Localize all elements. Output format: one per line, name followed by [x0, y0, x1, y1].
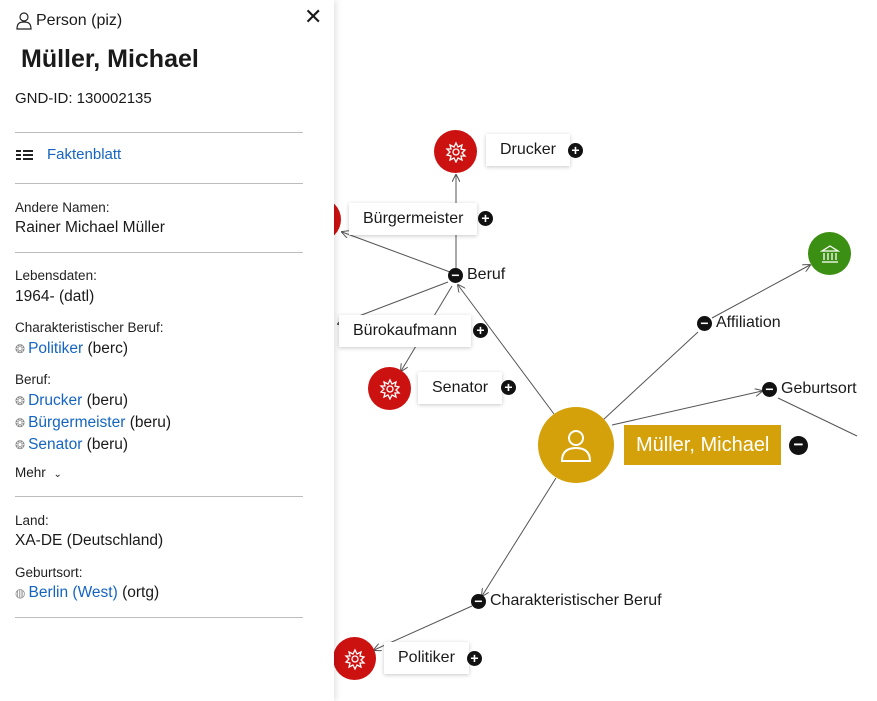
collapse-char-beruf-button[interactable]: − [471, 593, 486, 609]
chevron-down-icon: ⌄ [53, 469, 62, 480]
collapse-geburtsort-button[interactable]: − [762, 381, 777, 397]
char-beruf-code: (berc) [83, 340, 129, 357]
beruf-code: (beru) [125, 414, 172, 431]
occupation-icon [378, 378, 401, 400]
lebensdaten-label: Lebensdaten: [15, 268, 97, 283]
occupation-icon: ❂ [15, 416, 26, 430]
beruf-link-buergermeister[interactable]: Bürgermeister [28, 414, 125, 431]
expand-senator-button[interactable]: + [501, 380, 516, 395]
beruf-item: ❂ Bürgermeister (beru) [15, 414, 171, 432]
edge-label-text: Beruf [467, 266, 506, 283]
occupation-node-drucker[interactable] [434, 130, 477, 173]
node-label-buergermeister[interactable]: Bürgermeister [349, 203, 478, 235]
faktenblatt-link[interactable]: Faktenblatt [16, 146, 121, 163]
node-label-text: Politiker [398, 649, 455, 666]
andere-namen-label: Andere Namen: [15, 200, 110, 215]
page-title: Müller, Michael [21, 45, 199, 73]
geburtsort-link[interactable]: Berlin (West) [28, 584, 117, 601]
lebensdaten-value: 1964- (datl) [15, 288, 95, 305]
node-label-buerokaufmann[interactable]: Bürokaufmann [339, 315, 472, 347]
char-beruf-item: ❂ Politiker (berc) [15, 340, 128, 358]
edge-label-beruf[interactable]: − Beruf [448, 266, 505, 284]
globe-icon: ◍ [15, 586, 26, 600]
occupation-icon [444, 141, 467, 163]
building-icon [819, 244, 840, 263]
geburtsort-code: (ortg) [117, 584, 160, 601]
node-label-text: Bürgermeister [363, 210, 464, 227]
collapse-beruf-button[interactable]: − [448, 267, 463, 283]
gnd-id: GND-ID: 130002135 [15, 90, 152, 107]
mehr-label: Mehr [15, 465, 46, 480]
divider [15, 252, 303, 253]
node-label-text: Drucker [500, 141, 557, 158]
edge-label-char-beruf[interactable]: − Charakteristischer Beruf [471, 592, 662, 610]
divider [15, 183, 303, 184]
entity-type-label: Person (piz) [36, 12, 123, 29]
occupation-node-politiker[interactable] [333, 637, 376, 680]
collapse-main-node-button[interactable]: − [789, 436, 808, 455]
divider [15, 496, 303, 497]
occupation-icon: ❂ [15, 342, 26, 356]
edge-label-affiliation[interactable]: − Affiliation [697, 314, 781, 332]
beruf-link-senator[interactable]: Senator [28, 436, 82, 453]
edge-label-text: Charakteristischer Beruf [490, 592, 662, 609]
land-label: Land: [15, 513, 49, 528]
beruf-label: Beruf: [15, 372, 52, 387]
person-icon [560, 430, 592, 462]
node-label-politiker[interactable]: Politiker [384, 642, 469, 674]
collapse-affiliation-button[interactable]: − [697, 315, 712, 331]
beruf-link-drucker[interactable]: Drucker [28, 392, 82, 409]
edge-label-text: Geburtsort [781, 380, 857, 397]
main-node-label[interactable]: Müller, Michael [624, 425, 782, 465]
faktenblatt-label: Faktenblatt [47, 146, 122, 163]
expand-buergermeister-button[interactable]: + [478, 211, 493, 226]
main-node-name: Müller, Michael [636, 434, 770, 456]
divider [15, 132, 303, 133]
geburtsort-item: ◍ Berlin (West) (ortg) [15, 584, 159, 602]
occupation-icon [343, 648, 366, 670]
land-value: XA-DE (Deutschland) [15, 532, 164, 549]
node-label-text: Senator [432, 379, 489, 396]
organisation-node[interactable] [808, 232, 851, 275]
beruf-item: ❂ Senator (beru) [15, 436, 128, 454]
beruf-item: ❂ Drucker (beru) [15, 392, 128, 410]
beruf-code: (beru) [82, 392, 128, 409]
char-beruf-label: Charakteristischer Beruf: [15, 320, 164, 335]
occupation-node-senator[interactable] [368, 367, 411, 410]
expand-politiker-button[interactable]: + [467, 651, 482, 666]
node-label-drucker[interactable]: Drucker [486, 134, 571, 166]
andere-namen-value: Rainer Michael Müller [15, 219, 165, 236]
edge-label-text: Affiliation [716, 314, 781, 331]
person-icon [16, 12, 32, 30]
edge-label-geburtsort[interactable]: − Geburtsort [762, 380, 857, 398]
beruf-code: (beru) [82, 436, 129, 453]
expand-buerokaufmann-button[interactable]: + [473, 323, 488, 338]
mehr-toggle[interactable]: Mehr ⌄ [15, 465, 62, 480]
detail-panel: Person (piz) ✕ Müller, Michael GND-ID: 1… [0, 0, 334, 701]
occupation-icon: ❂ [15, 438, 26, 452]
close-icon[interactable]: ✕ [300, 4, 326, 30]
node-label-senator[interactable]: Senator [418, 372, 503, 404]
expand-drucker-button[interactable]: + [568, 143, 583, 158]
occupation-icon: ❂ [15, 394, 26, 408]
node-label-text: Bürokaufmann [353, 322, 458, 339]
divider [15, 617, 303, 618]
list-icon [16, 149, 33, 160]
person-node-main[interactable] [538, 407, 614, 483]
entity-type: Person (piz) [16, 12, 122, 30]
char-beruf-link[interactable]: Politiker [28, 340, 83, 357]
geburtsort-label: Geburtsort: [15, 565, 83, 580]
